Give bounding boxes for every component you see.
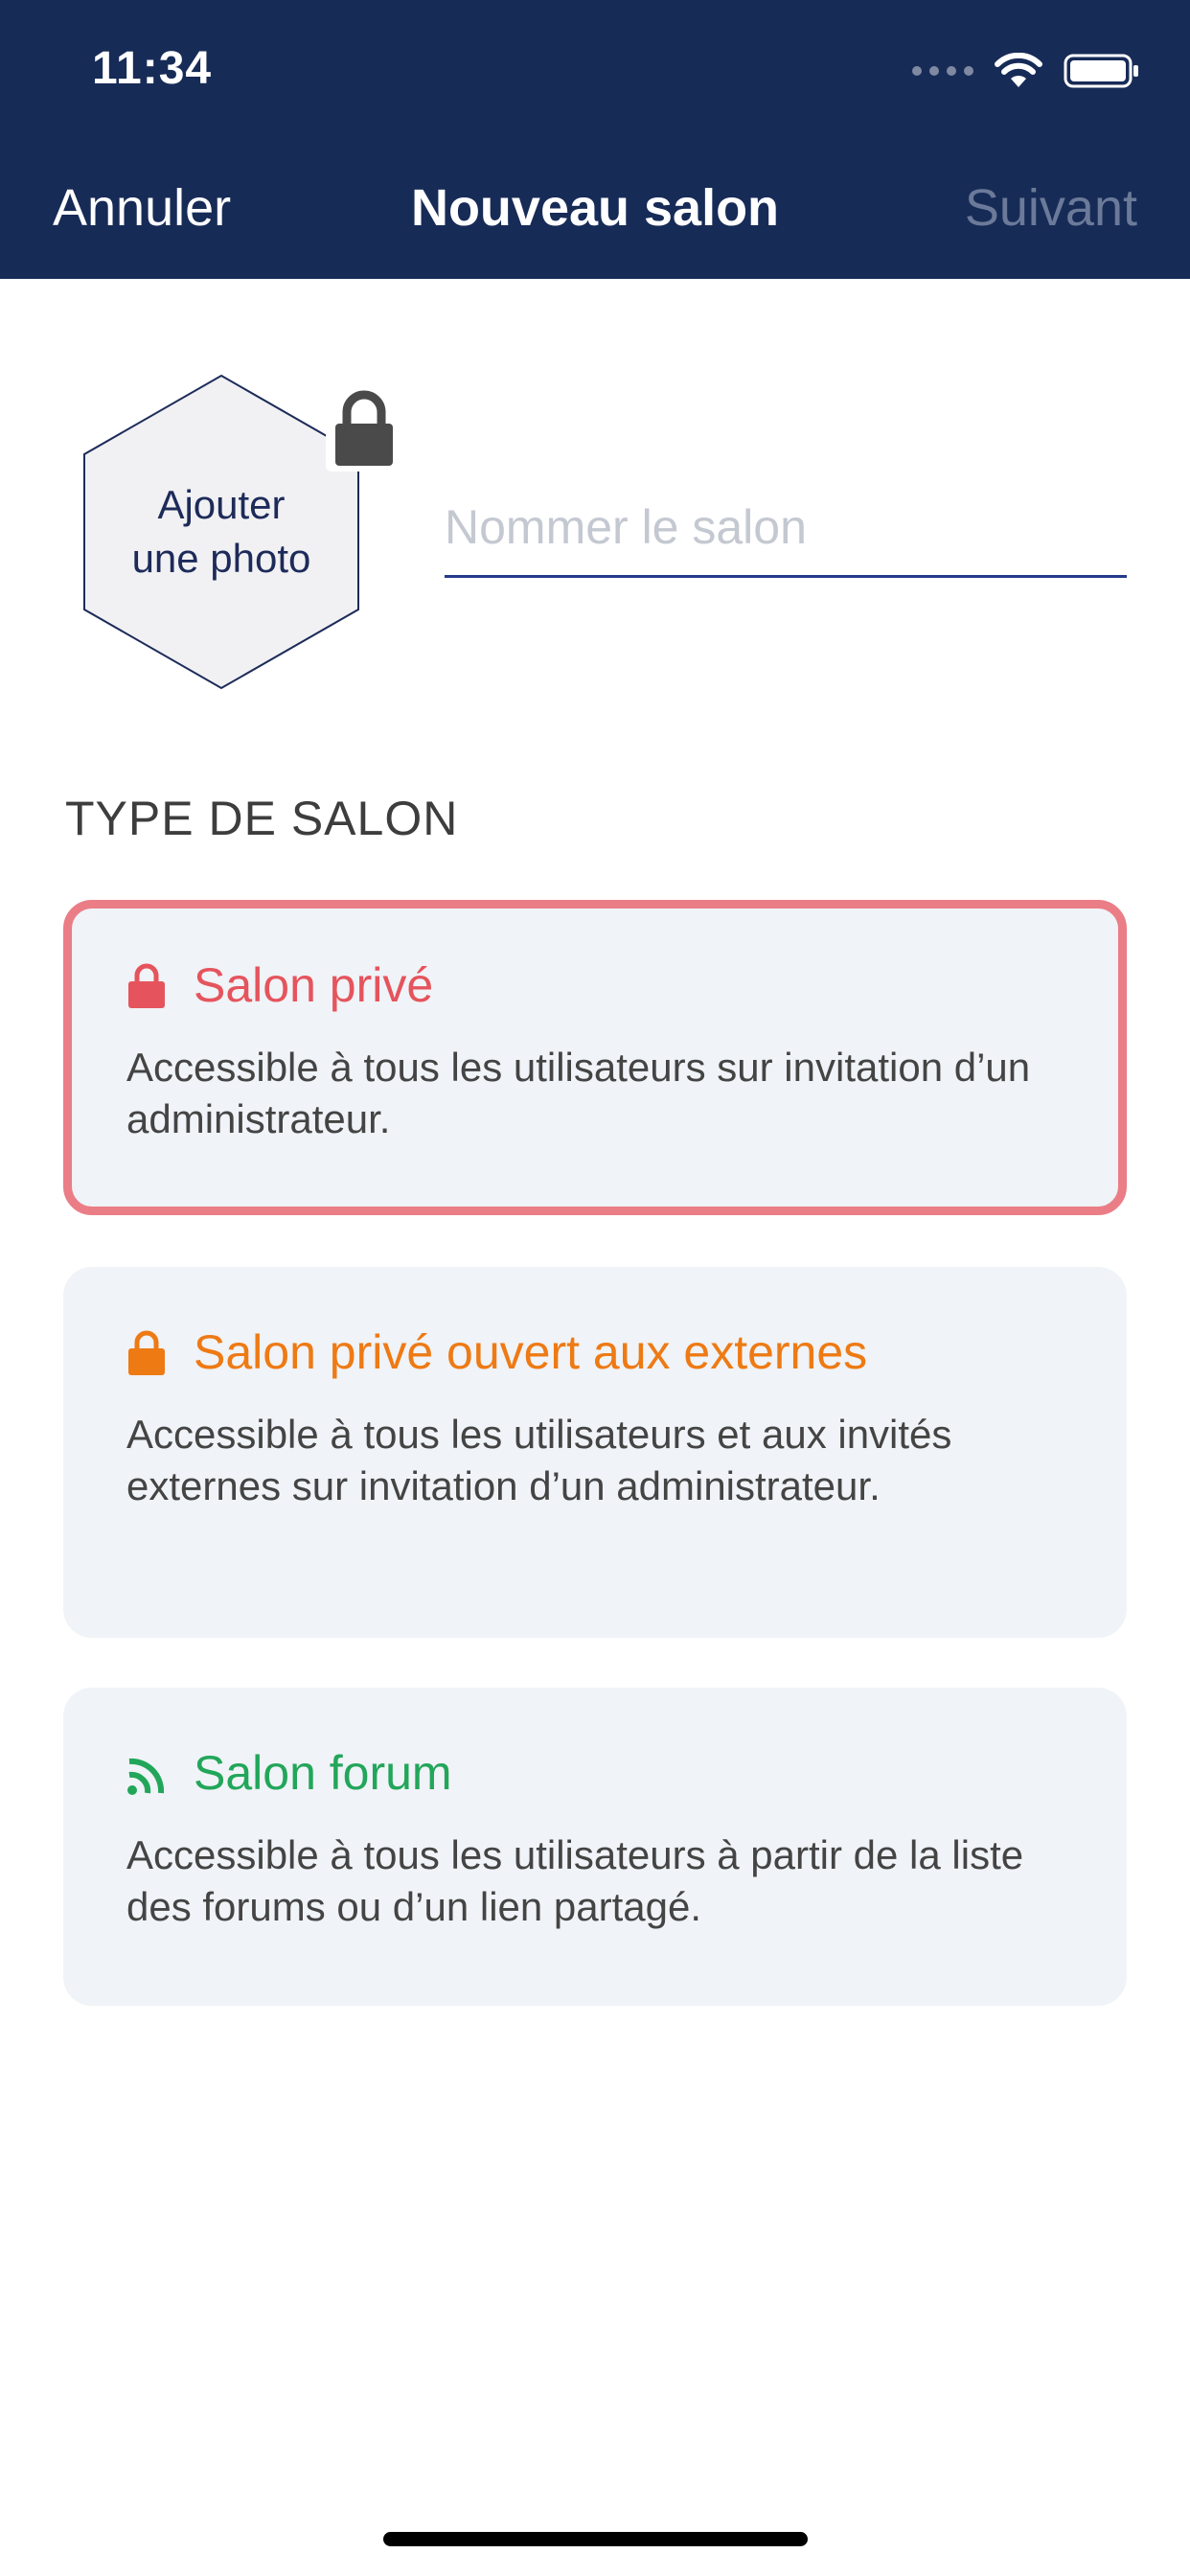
lock-icon [128, 1330, 165, 1375]
next-button[interactable]: Suivant [965, 178, 1137, 238]
room-type-title: Salon privé ouvert aux externes [194, 1325, 868, 1379]
add-photo-button[interactable]: Ajouter une photo [82, 374, 360, 690]
room-type-section-title: TYPE DE SALON [65, 792, 459, 845]
room-type-description: Accessible à tous les utilisateurs à par… [126, 1832, 1024, 1929]
lock-icon [128, 963, 165, 1008]
wifi-icon [995, 53, 1042, 87]
room-type-description: Accessible à tous les utilisateurs sur i… [126, 1045, 1031, 1141]
room-type-private-external-card[interactable]: Salon privé ouvert aux externes Accessib… [63, 1267, 1127, 1638]
room-type-private-card[interactable]: Salon privé Accessible à tous les utilis… [63, 900, 1127, 1215]
cancel-button[interactable]: Annuler [53, 178, 231, 238]
status-time: 11:34 [92, 43, 213, 94]
room-name-input[interactable] [445, 479, 1127, 578]
battery-icon [1064, 54, 1138, 88]
room-type-description: Accessible à tous les utilisateurs et au… [126, 1412, 952, 1508]
room-type-title: Salon privé [194, 958, 434, 1012]
card-header: Salon privé [126, 957, 1064, 1013]
home-indicator[interactable] [383, 2532, 808, 2546]
card-header: Salon forum [126, 1745, 1064, 1801]
app-header: 11:34 Annuler Nouveau salon Suivant [0, 0, 1190, 279]
room-type-title: Salon forum [194, 1746, 452, 1800]
rss-icon [127, 1758, 165, 1795]
signal-dots-icon [912, 66, 973, 76]
card-header: Salon privé ouvert aux externes [126, 1324, 1064, 1380]
status-icons [912, 52, 1140, 90]
room-type-forum-card[interactable]: Salon forum Accessible à tous les utilis… [63, 1688, 1127, 2006]
add-photo-label: Ajouter une photo [131, 482, 311, 581]
lock-icon [326, 390, 402, 472]
page-title: Nouveau salon [410, 179, 780, 237]
